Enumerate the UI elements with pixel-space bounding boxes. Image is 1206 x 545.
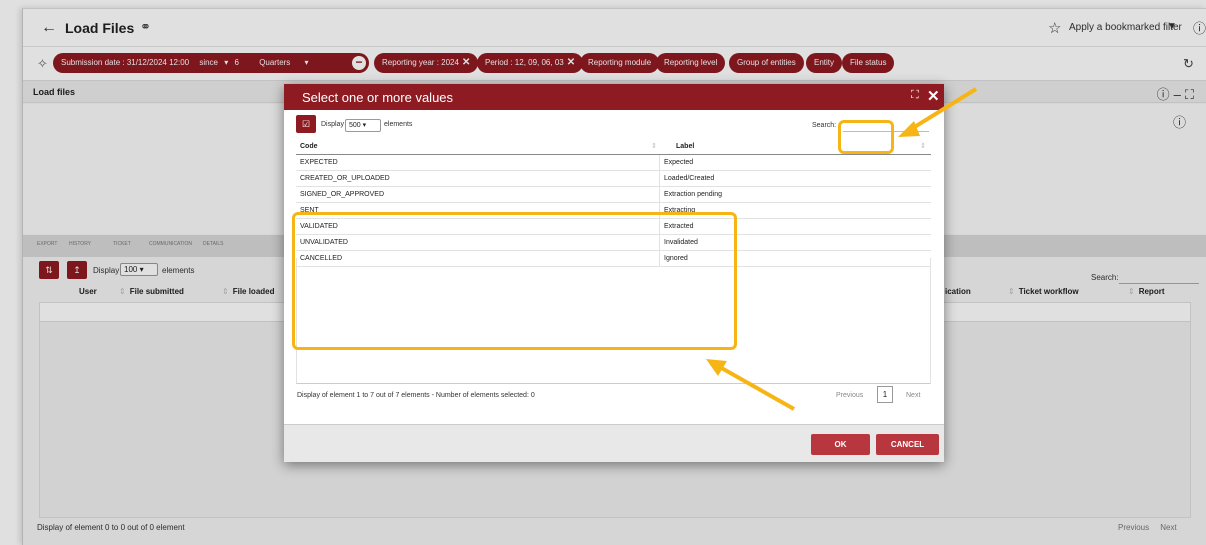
- arrow-line: [906, 87, 978, 133]
- annotation-arrows: [706, 87, 978, 411]
- arrow-line: [717, 364, 795, 411]
